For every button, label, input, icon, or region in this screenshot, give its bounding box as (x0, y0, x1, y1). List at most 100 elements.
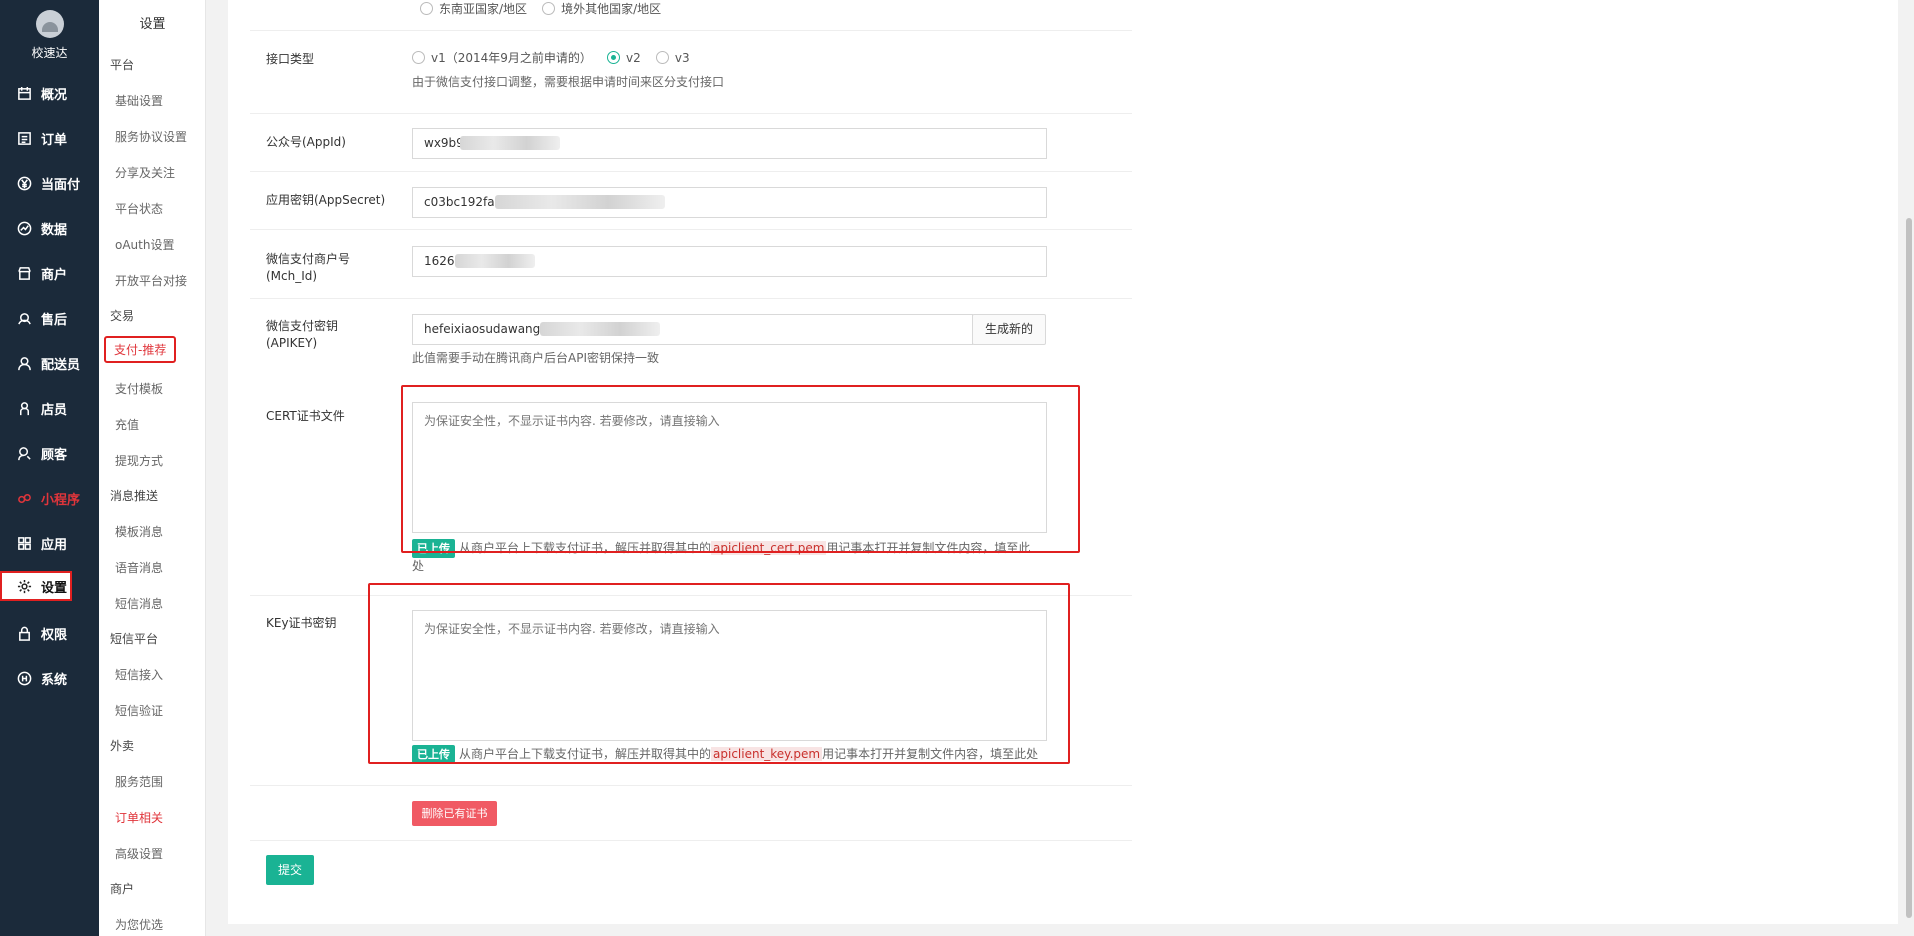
submenu-group-sms: 短信平台 (110, 632, 159, 646)
radio-v3[interactable]: v3 (655, 50, 690, 65)
apikey-input[interactable]: hefeixiaosudawang (412, 314, 973, 345)
customer-icon (16, 445, 32, 461)
nav-item-courier[interactable]: 配送员 (0, 348, 99, 378)
radio-overseas[interactable]: 境外其他国家/地区 (542, 0, 661, 17)
row-divider (250, 840, 1132, 841)
apikey-label-line1: 微信支付密钥 (266, 319, 339, 333)
person-icon (16, 400, 32, 416)
nav-item-data[interactable]: 数据 (0, 213, 99, 243)
submenu-item-range[interactable]: 服务范围 (115, 773, 163, 790)
row-divider (250, 785, 1132, 786)
redaction-blur (460, 136, 560, 150)
brand[interactable]: 校速达 (0, 10, 99, 61)
submenu-item-agreement[interactable]: 服务协议设置 (115, 128, 187, 145)
submenu-item-paytpl[interactable]: 支付模板 (115, 380, 163, 397)
nav-item-customer[interactable]: 顾客 (0, 438, 99, 468)
radio-dot (420, 2, 433, 15)
key-help-text: 用记事本打开并复制文件内容，填至此处 (822, 747, 1039, 761)
submenu-group-takeout: 外卖 (110, 739, 135, 753)
radio-v1[interactable]: v1（2014年9月之前申请的） (412, 49, 592, 66)
cert-help: 已上传 从商户平台上下载支付证书，解压并取得其中的 apiclient_cert.p… (412, 539, 1052, 575)
radio-dot (412, 51, 425, 64)
api-type-radio-group: v1（2014年9月之前申请的） v2 v3 (412, 49, 700, 68)
cert-help-text: 用记事本打开并复制文件内容，填至此 (826, 541, 1031, 555)
calendar-icon (16, 85, 32, 101)
submenu-item-orderrel[interactable]: 订单相关 (115, 809, 163, 826)
nav-item-overview[interactable]: 概况 (0, 78, 99, 108)
nav-item-aftersale[interactable]: 售后 (0, 303, 99, 333)
submenu-item-pay[interactable]: 支付-推荐 (104, 336, 177, 363)
submenu-item-withdraw[interactable]: 提现方式 (115, 452, 163, 469)
nav-item-apps[interactable]: 应用 (0, 528, 99, 558)
submenu-item-open[interactable]: 开放平台对接 (115, 272, 187, 289)
key-help-text: 从商户平台上下载支付证书，解压并取得其中的 (459, 747, 712, 761)
appsecret-value: c03bc192fa5 (424, 195, 503, 209)
radio-v2[interactable]: v2 (607, 51, 641, 65)
nav-label: 权限 (41, 627, 68, 643)
api-type-help: 由于微信支付接口调整，需要根据申请时间来区分支付接口 (412, 75, 725, 89)
nav-item-system[interactable]: 系统 (0, 663, 99, 693)
miniprogram-icon (16, 490, 32, 506)
cert-uploaded-badge: 已上传 (412, 539, 455, 558)
cert-textarea[interactable] (412, 402, 1047, 533)
submenu-item-smsin[interactable]: 短信接入 (115, 666, 163, 683)
submenu-item-voice[interactable]: 语音消息 (115, 559, 163, 576)
redaction-blur (495, 195, 665, 209)
submenu-group-message: 消息推送 (110, 489, 159, 503)
nav-item-permission[interactable]: 权限 (0, 618, 99, 648)
nav-item-clerk[interactable]: 店员 (0, 393, 99, 423)
apikey-label-line2: (APIKEY) (266, 336, 318, 350)
headset-icon (16, 310, 32, 326)
nav-label: 数据 (41, 222, 68, 238)
list-icon (16, 130, 32, 146)
nav-item-miniprogram[interactable]: 小程序 (0, 483, 99, 513)
submenu-title: 设置 (139, 17, 166, 32)
nav-label: 店员 (41, 402, 68, 418)
submenu-item-oauth[interactable]: oAuth设置 (115, 236, 174, 253)
row-divider (250, 298, 1132, 299)
delete-cert-button[interactable]: 删除已有证书 (412, 801, 497, 826)
cert-filename: apiclient_cert.pem (711, 541, 827, 555)
nav-item-merchant[interactable]: 商户 (0, 258, 99, 288)
store-icon (16, 265, 32, 281)
key-filename: apiclient_key.pem (711, 747, 823, 761)
radio-dot (607, 51, 621, 64)
region-radio-group: 东南亚国家/地区 境外其他国家/地区 (420, 0, 671, 19)
nav-label: 订单 (41, 132, 68, 148)
radio-label: v1（2014年9月之前申请的） (431, 51, 592, 65)
nav-label: 应用 (41, 537, 68, 553)
submenu-item-basic[interactable]: 基础设置 (115, 92, 163, 109)
submenu-item-smsverify[interactable]: 短信验证 (115, 702, 163, 719)
lock-icon (16, 625, 32, 641)
key-uploaded-badge: 已上传 (412, 745, 455, 763)
submenu-item-recommend[interactable]: 为您优选 (115, 916, 163, 933)
radio-label: 东南亚国家/地区 (439, 2, 528, 16)
submenu-item-recharge[interactable]: 充值 (115, 416, 139, 433)
key-textarea[interactable] (412, 610, 1047, 741)
submenu-item-status[interactable]: 平台状态 (115, 200, 163, 217)
mchid-label: 微信支付商户号 (Mch_Id) (266, 251, 350, 285)
apps-icon (16, 535, 32, 551)
radio-label: v3 (674, 50, 690, 65)
redaction-blur (540, 322, 660, 336)
submenu-item-share[interactable]: 分享及关注 (115, 164, 175, 181)
nav-item-orders[interactable]: 订单 (0, 123, 99, 153)
nav-item-settings[interactable]: 设置 (0, 571, 72, 601)
nav-item-facepay[interactable]: 当面付 (0, 168, 99, 198)
submenu-item-advanced[interactable]: 高级设置 (115, 845, 163, 862)
nav-label: 小程序 (41, 492, 81, 508)
submenu-item-smsmsg[interactable]: 短信消息 (115, 595, 163, 612)
radio-label: v2 (626, 50, 641, 65)
key-label: KEy证书密钥 (266, 616, 337, 630)
nav-label: 配送员 (41, 357, 81, 373)
generate-new-button[interactable]: 生成新的 (972, 314, 1046, 345)
page-scrollbar[interactable] (1906, 218, 1912, 918)
radio-label: 境外其他国家/地区 (561, 2, 662, 16)
nav-label: 概况 (41, 87, 68, 103)
key-help: 已上传 从商户平台上下载支付证书，解压并取得其中的 apiclient_key.pe… (412, 745, 1062, 763)
submenu-item-tplmsg[interactable]: 模板消息 (115, 523, 163, 540)
submit-button[interactable]: 提交 (266, 855, 314, 885)
nav-label: 售后 (41, 312, 68, 328)
gear-icon (16, 578, 32, 594)
radio-sea[interactable]: 东南亚国家/地区 (420, 0, 527, 17)
